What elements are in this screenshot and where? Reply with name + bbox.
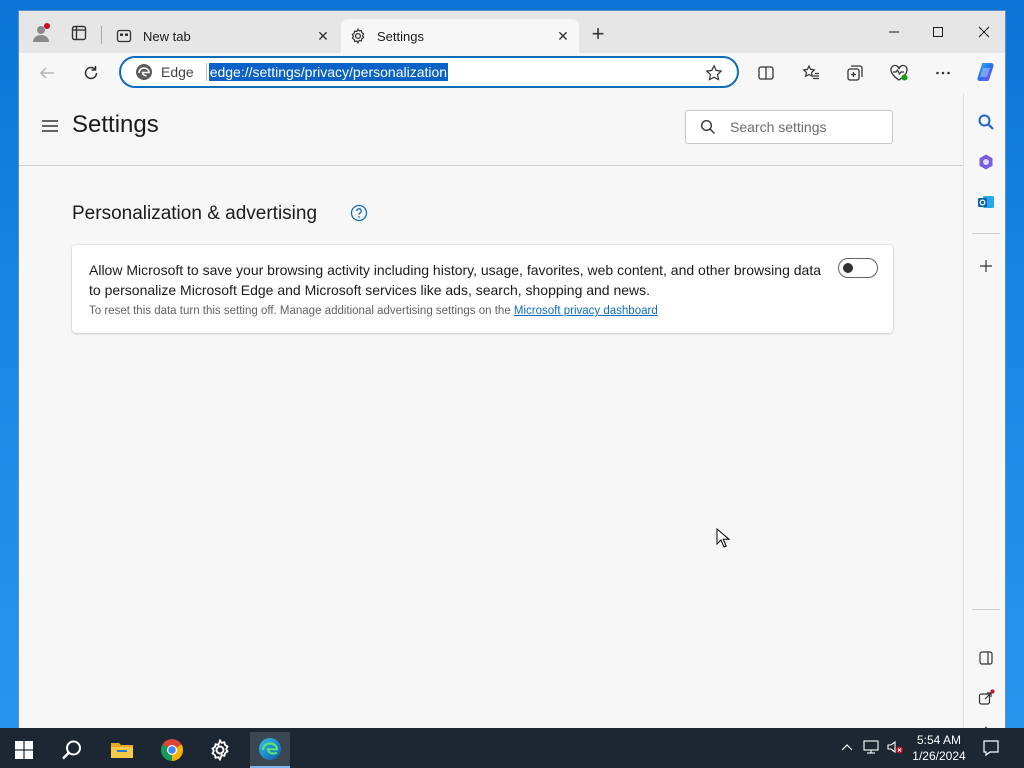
address-bar[interactable]: Edge edge://settings/privacy/personaliza… (119, 56, 739, 88)
tab-separator (101, 26, 102, 44)
sidebar-outlook-icon[interactable] (975, 191, 997, 213)
more-options-icon[interactable] (931, 61, 955, 85)
settings-app-icon[interactable] (200, 732, 240, 768)
toggle-knob (843, 263, 853, 273)
header-divider (19, 165, 963, 166)
close-window-button[interactable] (961, 17, 1005, 47)
sidebar-divider (972, 233, 1000, 234)
taskbar-search-icon[interactable] (52, 732, 92, 768)
close-icon[interactable]: ✕ (315, 28, 331, 44)
sidebar-search-icon[interactable] (975, 111, 997, 133)
file-explorer-icon[interactable] (102, 732, 142, 768)
search-input[interactable] (730, 119, 880, 135)
settings-content: Settings Personalization & advertising A… (19, 93, 963, 729)
show-hidden-icons-chevron-icon[interactable] (838, 738, 856, 756)
volume-muted-icon[interactable] (886, 738, 904, 756)
refresh-button[interactable] (79, 61, 103, 85)
tab-actions-icon[interactable] (69, 23, 89, 43)
profile-icon[interactable] (31, 23, 51, 43)
page-title: Settings (72, 111, 159, 138)
tab-settings[interactable]: Settings ✕ (341, 19, 579, 53)
personalization-toggle[interactable] (838, 258, 878, 278)
split-screen-icon[interactable] (754, 61, 778, 85)
favorites-icon[interactable] (799, 61, 823, 85)
chrome-icon[interactable] (152, 732, 192, 768)
address-separator (205, 63, 207, 81)
personalization-setting-card: Allow Microsoft to save your browsing ac… (72, 245, 893, 333)
section-title: Personalization & advertising (72, 203, 318, 224)
clock-time: 5:54 AM (916, 733, 962, 747)
new-tab-page-icon (115, 27, 133, 45)
menu-icon[interactable] (41, 119, 59, 133)
search-settings-box[interactable] (685, 110, 893, 144)
edge-taskbar-icon[interactable] (250, 732, 290, 768)
back-button[interactable] (35, 61, 59, 85)
browser-toolbar: Edge edge://settings/privacy/personaliza… (19, 53, 1005, 93)
copilot-icon[interactable] (973, 59, 999, 85)
browser-window: New tab ✕ Settings ✕ + Edge edge://setti… (18, 10, 1006, 730)
setting-subtext: To reset this data turn this setting off… (89, 305, 658, 317)
help-icon[interactable] (350, 204, 368, 222)
sidebar-add-icon[interactable] (975, 255, 997, 277)
sidebar-hide-icon[interactable] (975, 647, 997, 669)
browser-essentials-icon[interactable] (887, 61, 911, 85)
edge-sidebar (963, 93, 1005, 729)
taskbar-clock[interactable]: 5:54 AM 1/26/2024 (904, 732, 974, 764)
tab-bar: New tab ✕ Settings ✕ + (19, 11, 1005, 53)
mouse-cursor-icon (716, 528, 730, 548)
close-icon[interactable]: ✕ (555, 28, 571, 44)
start-button[interactable] (4, 732, 44, 768)
new-tab-button[interactable]: + (587, 21, 609, 46)
privacy-dashboard-link[interactable]: Microsoft privacy dashboard (514, 305, 658, 317)
sidebar-external-link-icon[interactable] (975, 687, 997, 709)
collections-icon[interactable] (843, 61, 867, 85)
notifications-icon[interactable] (982, 739, 1000, 757)
url-text[interactable]: edge://settings/privacy/personalization (208, 63, 449, 81)
gear-icon (349, 27, 367, 45)
maximize-button[interactable] (915, 17, 961, 47)
taskbar: 5:54 AM 1/26/2024 (0, 728, 1024, 768)
add-favorite-star-icon[interactable] (705, 64, 723, 82)
clock-date: 1/26/2024 (912, 749, 966, 763)
sidebar-copilot-icon[interactable] (975, 151, 997, 173)
tab-title: New tab (143, 28, 191, 44)
subtext-prefix: To reset this data turn this setting off… (89, 305, 514, 317)
sidebar-divider (972, 609, 1000, 610)
minimize-button[interactable] (871, 17, 917, 47)
search-icon (700, 119, 715, 134)
tab-new-tab[interactable]: New tab ✕ (107, 19, 339, 53)
network-icon[interactable] (862, 738, 880, 756)
setting-description: Allow Microsoft to save your browsing ac… (89, 262, 821, 298)
edge-logo-icon (136, 64, 152, 80)
site-label: Edge (161, 64, 194, 80)
tab-title: Settings (377, 28, 424, 44)
